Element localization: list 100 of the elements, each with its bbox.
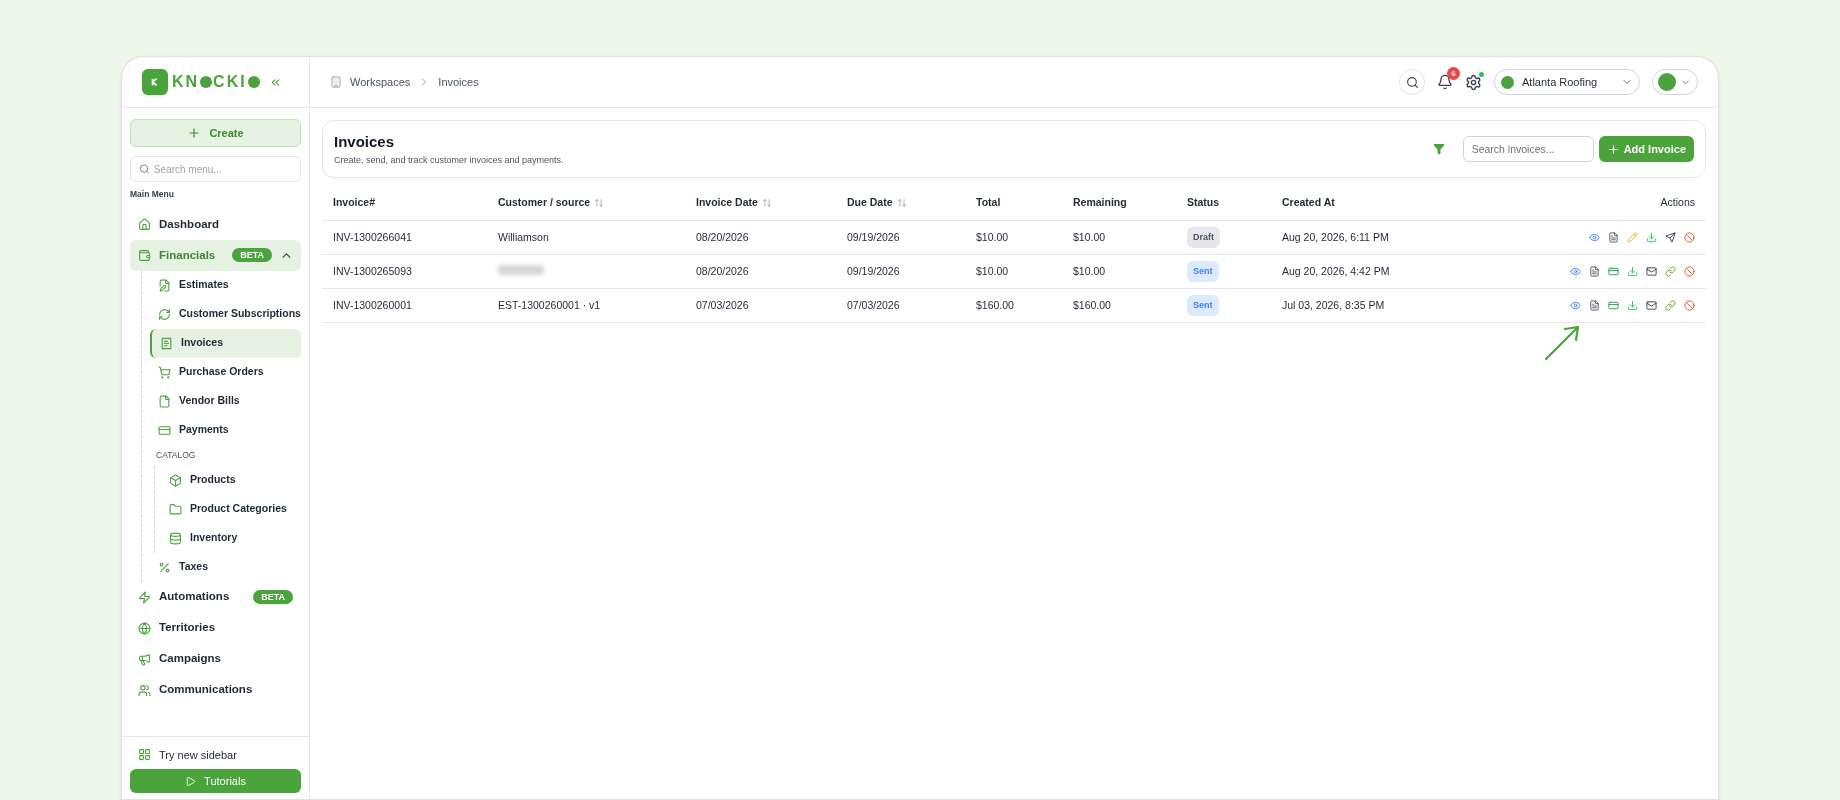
sidebar-label: Financials	[159, 247, 217, 263]
home-icon	[138, 217, 151, 231]
table-cell-text: 09/19/2026	[847, 229, 901, 245]
create-button[interactable]: Create	[130, 119, 301, 147]
column-header: Invoice#	[333, 195, 376, 211]
plus-icon	[187, 126, 202, 140]
bell-icon[interactable]	[1437, 74, 1453, 90]
column-header: Remaining	[1073, 195, 1127, 211]
table-cell-text: 08/20/2026	[696, 263, 750, 279]
beta-badge: BETA	[232, 248, 272, 263]
search-field[interactable]: Search invoices...	[1462, 136, 1594, 162]
sidebar-item[interactable]: Products	[161, 465, 301, 495]
sidebar-label: Dashboard	[159, 216, 221, 232]
page-title: Invoices	[334, 132, 396, 152]
sidebar-label: Campaigns	[159, 651, 222, 667]
folder-icon	[169, 502, 182, 516]
sidebar-item[interactable]: Product Categories	[161, 494, 301, 524]
column-header[interactable]: Due Date	[847, 195, 893, 211]
sidebar-item[interactable]: Estimates	[150, 270, 301, 300]
cancel-icon[interactable]	[1684, 232, 1695, 243]
group-label: CATALOG	[155, 448, 197, 462]
sidebar-item[interactable]: Automations BETA	[130, 581, 301, 613]
wallet-icon	[138, 248, 151, 262]
sidebar-item[interactable]: Vendor Bills	[150, 386, 301, 416]
database-icon	[169, 531, 182, 545]
table-cell-text: Aug 20, 2026, 4:42 PM	[1282, 263, 1391, 279]
sidebar-item[interactable]: Territories	[130, 612, 301, 644]
table-cell-text: INV-1300265093	[333, 263, 413, 279]
sidebar-item[interactable]: Campaigns	[130, 643, 301, 675]
refresh-icon	[158, 307, 171, 321]
table-cell-text: $10.00	[1073, 263, 1107, 279]
cart-icon	[158, 365, 171, 379]
breadcrumb-link[interactable]: Workspaces	[350, 73, 411, 91]
download-icon[interactable]	[1627, 266, 1638, 277]
card-icon[interactable]	[1608, 266, 1619, 277]
column-header[interactable]: Customer / source	[498, 195, 591, 211]
mail-icon[interactable]	[1646, 300, 1657, 311]
table-cell-text: 07/03/2026	[847, 297, 901, 313]
sidebar-item[interactable]: Payments	[150, 415, 301, 445]
column-header: Actions	[1660, 195, 1695, 211]
megaphone-icon	[138, 652, 151, 666]
sidebar-item[interactable]: Invoices	[150, 328, 301, 358]
people-icon	[138, 683, 151, 697]
logo-icon	[142, 69, 168, 95]
search-icon	[1405, 75, 1419, 89]
avatar-icon	[1658, 73, 1676, 91]
document-icon[interactable]	[1589, 266, 1600, 277]
table-cell-text: 08/20/2026	[696, 229, 750, 245]
column-header: Created At	[1282, 195, 1335, 211]
search-input[interactable]: Search menu...	[153, 161, 292, 177]
sort-icon[interactable]	[761, 198, 772, 208]
mail-icon[interactable]	[1646, 266, 1657, 277]
sidebar-item[interactable]: Inventory	[161, 523, 301, 553]
status-badge: Sent	[1187, 260, 1219, 283]
table-cell-text: INV-1300266041	[333, 229, 413, 245]
page-subtitle: Create, send, and track customer invoices and payments.	[334, 153, 564, 167]
document-icon[interactable]	[1589, 300, 1600, 311]
status-badge: Draft	[1187, 226, 1220, 249]
receipt-icon	[160, 336, 173, 350]
send-icon[interactable]	[1665, 232, 1676, 243]
sidebar-item[interactable]: Dashboard	[130, 208, 301, 240]
document-icon[interactable]	[1608, 232, 1619, 243]
breadcrumb-link[interactable]: Invoices	[438, 73, 479, 91]
sidebar-item[interactable]: Customer Subscriptions	[150, 299, 301, 329]
download-icon[interactable]	[1646, 232, 1657, 243]
link-icon[interactable]	[1665, 266, 1676, 277]
building-icon	[330, 76, 342, 88]
cancel-icon[interactable]	[1684, 300, 1695, 311]
sidebar-item[interactable]: Financials BETA	[130, 239, 301, 271]
search-icon	[139, 163, 150, 175]
card-icon[interactable]	[1608, 300, 1619, 311]
lightning-icon	[138, 590, 151, 604]
beta-badge: BETA	[253, 590, 293, 604]
sort-icon[interactable]	[594, 198, 605, 208]
eye-icon[interactable]	[1570, 266, 1581, 277]
status-badge: Sent	[1187, 294, 1219, 317]
logo-text: KN	[172, 72, 200, 92]
sidebar-item[interactable]: Communications	[130, 674, 301, 706]
search-field[interactable]: Search menu...	[130, 156, 301, 182]
table-cell-text: INV-1300260001	[333, 297, 413, 313]
new-sidebar-link[interactable]: Try new sidebar	[130, 746, 301, 763]
sidebar-item[interactable]: Purchase Orders	[150, 357, 301, 387]
link-icon[interactable]	[1665, 300, 1676, 311]
sidebar-label: Communications	[159, 682, 254, 698]
sidebar-item[interactable]: Taxes	[150, 552, 301, 582]
settings-icon[interactable]	[1465, 73, 1482, 91]
pencil-icon[interactable]	[1627, 232, 1638, 243]
percent-icon	[158, 560, 171, 574]
filter-icon[interactable]	[1432, 143, 1445, 155]
eye-icon[interactable]	[1589, 232, 1600, 243]
column-header: Total	[976, 195, 1001, 211]
eye-icon[interactable]	[1570, 300, 1581, 311]
column-header: Status	[1187, 195, 1220, 211]
table-cell-text: Jul 03, 2026, 8:35 PM	[1282, 297, 1386, 313]
column-header[interactable]: Invoice Date	[696, 195, 758, 211]
cancel-icon[interactable]	[1684, 266, 1695, 277]
table-cell: Williamson	[498, 230, 549, 243]
plus-icon	[1606, 142, 1620, 156]
download-icon[interactable]	[1627, 300, 1638, 311]
sort-icon[interactable]	[896, 198, 907, 208]
